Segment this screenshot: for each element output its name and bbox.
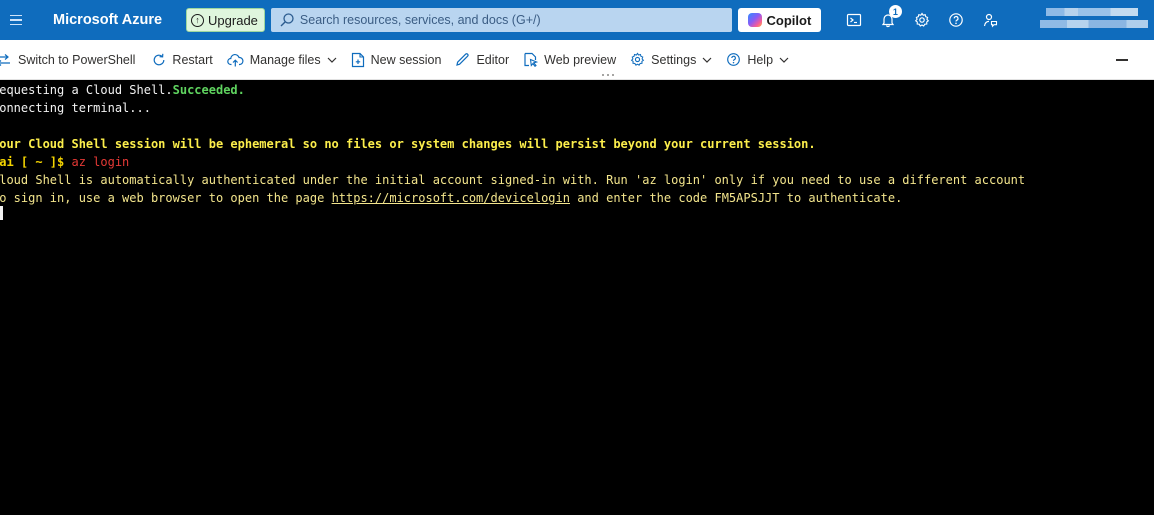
chevron-down-icon [327, 57, 337, 63]
cloud-upload-icon [226, 53, 244, 66]
switch-icon [0, 53, 10, 66]
restart-icon [154, 53, 165, 65]
copilot-button[interactable]: Copilot [737, 8, 821, 32]
command-text: az login [71, 155, 130, 169]
switch-shell-button[interactable]: Switch to PowerShell [0, 40, 142, 80]
prompt-line: kai [ ~ ]$ az login [0, 153, 129, 171]
global-search-input[interactable]: Search resources, services, and docs (G+… [270, 8, 732, 32]
question-icon [727, 53, 741, 66]
editor-button[interactable]: Editor [455, 40, 516, 80]
signin-suffix: and enter the code FM5APSJJT to authenti… [569, 191, 903, 205]
cloud-shell-toolbar: Switch to PowerShell Restart Manage file… [0, 40, 1154, 80]
terminal-cursor [0, 206, 3, 220]
feedback-icon [983, 13, 997, 28]
restart-label: Restart [172, 52, 213, 67]
account-tenant-blurred [1040, 20, 1148, 28]
resize-handle[interactable] [600, 74, 616, 78]
new-session-button[interactable]: New session [351, 40, 449, 80]
manage-files-dropdown[interactable]: Manage files [226, 40, 344, 80]
account-menu[interactable] [1034, 6, 1154, 34]
chevron-down-icon [779, 57, 789, 63]
signin-line: To sign in, use a web browser to open th… [0, 189, 902, 207]
chevron-down-icon [702, 57, 712, 63]
pencil-icon [456, 53, 470, 66]
signin-prefix: To sign in, use a web browser to open th… [0, 191, 332, 205]
terminal-line: Requesting a Cloud Shell.Succeeded. [0, 81, 245, 99]
hamburger-icon [10, 14, 22, 26]
connecting-line: Connecting terminal... [0, 101, 151, 115]
settings-label: Settings [651, 52, 697, 67]
help-dropdown[interactable]: Help [726, 40, 796, 80]
terminal-icon [846, 13, 862, 27]
switch-shell-label: Switch to PowerShell [18, 52, 136, 67]
cloud-shell-button[interactable] [837, 0, 871, 40]
upgrade-button[interactable]: ↑ Upgrade [186, 8, 265, 32]
copilot-icon [747, 13, 762, 27]
help-label: Help [747, 52, 774, 67]
gear-icon [630, 52, 645, 66]
question-icon [949, 13, 963, 27]
brand-title[interactable]: Microsoft Azure [53, 12, 162, 28]
notification-badge: 1 [888, 5, 902, 18]
editor-label: Editor [476, 52, 510, 67]
help-button[interactable] [939, 0, 973, 40]
restart-button[interactable]: Restart [152, 40, 219, 80]
manage-files-label: Manage files [249, 52, 321, 67]
upgrade-arrow-icon: ↑ [191, 13, 205, 27]
search-icon [280, 13, 294, 27]
settings-button[interactable] [905, 0, 939, 40]
copilot-label: Copilot [766, 12, 812, 28]
new-session-label: New session [370, 52, 442, 67]
succeeded-text: Succeeded. [172, 83, 245, 97]
shell-prompt: kai [ ~ ]$ [0, 155, 65, 169]
settings-dropdown[interactable]: Settings [630, 40, 719, 80]
search-placeholder: Search resources, services, and docs (G+… [299, 13, 541, 27]
feedback-button[interactable] [973, 0, 1007, 40]
web-preview-label: Web preview [544, 52, 617, 67]
new-session-icon [351, 52, 364, 67]
request-text: Requesting a Cloud Shell. [0, 83, 173, 97]
terminal-output[interactable]: Requesting a Cloud Shell.Succeeded. Conn… [0, 81, 1154, 515]
notifications-button[interactable]: 1 [871, 0, 905, 40]
web-preview-icon [524, 52, 539, 67]
upgrade-label: Upgrade [208, 12, 258, 28]
auth-info-line: Cloud Shell is automatically authenticat… [0, 173, 1026, 187]
azure-header: Microsoft Azure ↑ Upgrade Search resourc… [0, 0, 1154, 40]
portal-menu-button[interactable] [0, 0, 26, 40]
minimize-button[interactable] [1116, 59, 1128, 61]
device-login-link[interactable]: https://microsoft.com/devicelogin [332, 191, 570, 205]
ephemeral-warning: Your Cloud Shell session will be ephemer… [0, 137, 816, 151]
gear-icon [914, 12, 930, 27]
account-name-blurred [1046, 8, 1138, 16]
